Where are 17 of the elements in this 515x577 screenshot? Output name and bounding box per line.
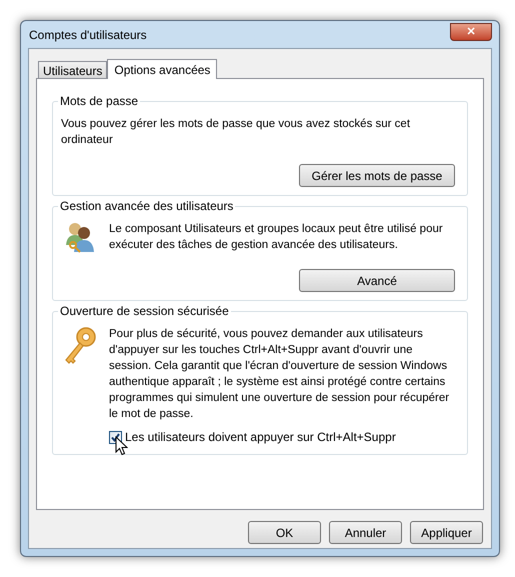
group-title: Mots de passe [58, 93, 140, 109]
tab[interactable]: Utilisateurs [38, 61, 108, 78]
description-text: Vous pouvez gérer les mots de passe que vous avez stockés sur cet ordinateur [61, 117, 412, 148]
window-title: Comptes d'utilisateurs [29, 26, 147, 44]
users-icon [65, 221, 95, 253]
action-button[interactable]: Avancé [299, 269, 455, 292]
description-text: Pour plus de sécurité, vous pouvez demander aux utilisateurs d'appuyer sur les touches Ctrl+Alt+Suppr avant d'ouvrir une session. Cela garantit que l'écran d'ouverture de session Windows authentique apparaît ; le système est ainsi protégé contre certains programmes qui simulent une ouverture de session pour récupérer le mot de passe. [109, 327, 450, 422]
checkmark-icon [111, 432, 120, 442]
description-text: Le composant Utilisateurs et groupes locaux peut être utilisé pour exécuter des tâches de gestion avancée des utilisateurs. [109, 222, 444, 253]
checkbox-label: Les utilisateurs doivent appuyer sur Ctrl+Alt+Suppr [125, 429, 396, 446]
dialog-button[interactable]: OK [248, 521, 321, 544]
action-button[interactable]: Gérer les mots de passe [299, 164, 455, 187]
tab[interactable]: Options avancées [107, 59, 218, 79]
dialog-button[interactable]: Appliquer [410, 521, 483, 544]
dialog-button[interactable]: Annuler [329, 521, 402, 544]
secure-logon-checkbox-row[interactable]: Les utilisateurs doivent appuyer sur Ctrl+Alt+Suppr [109, 428, 459, 446]
mouse-cursor-icon [115, 436, 128, 456]
